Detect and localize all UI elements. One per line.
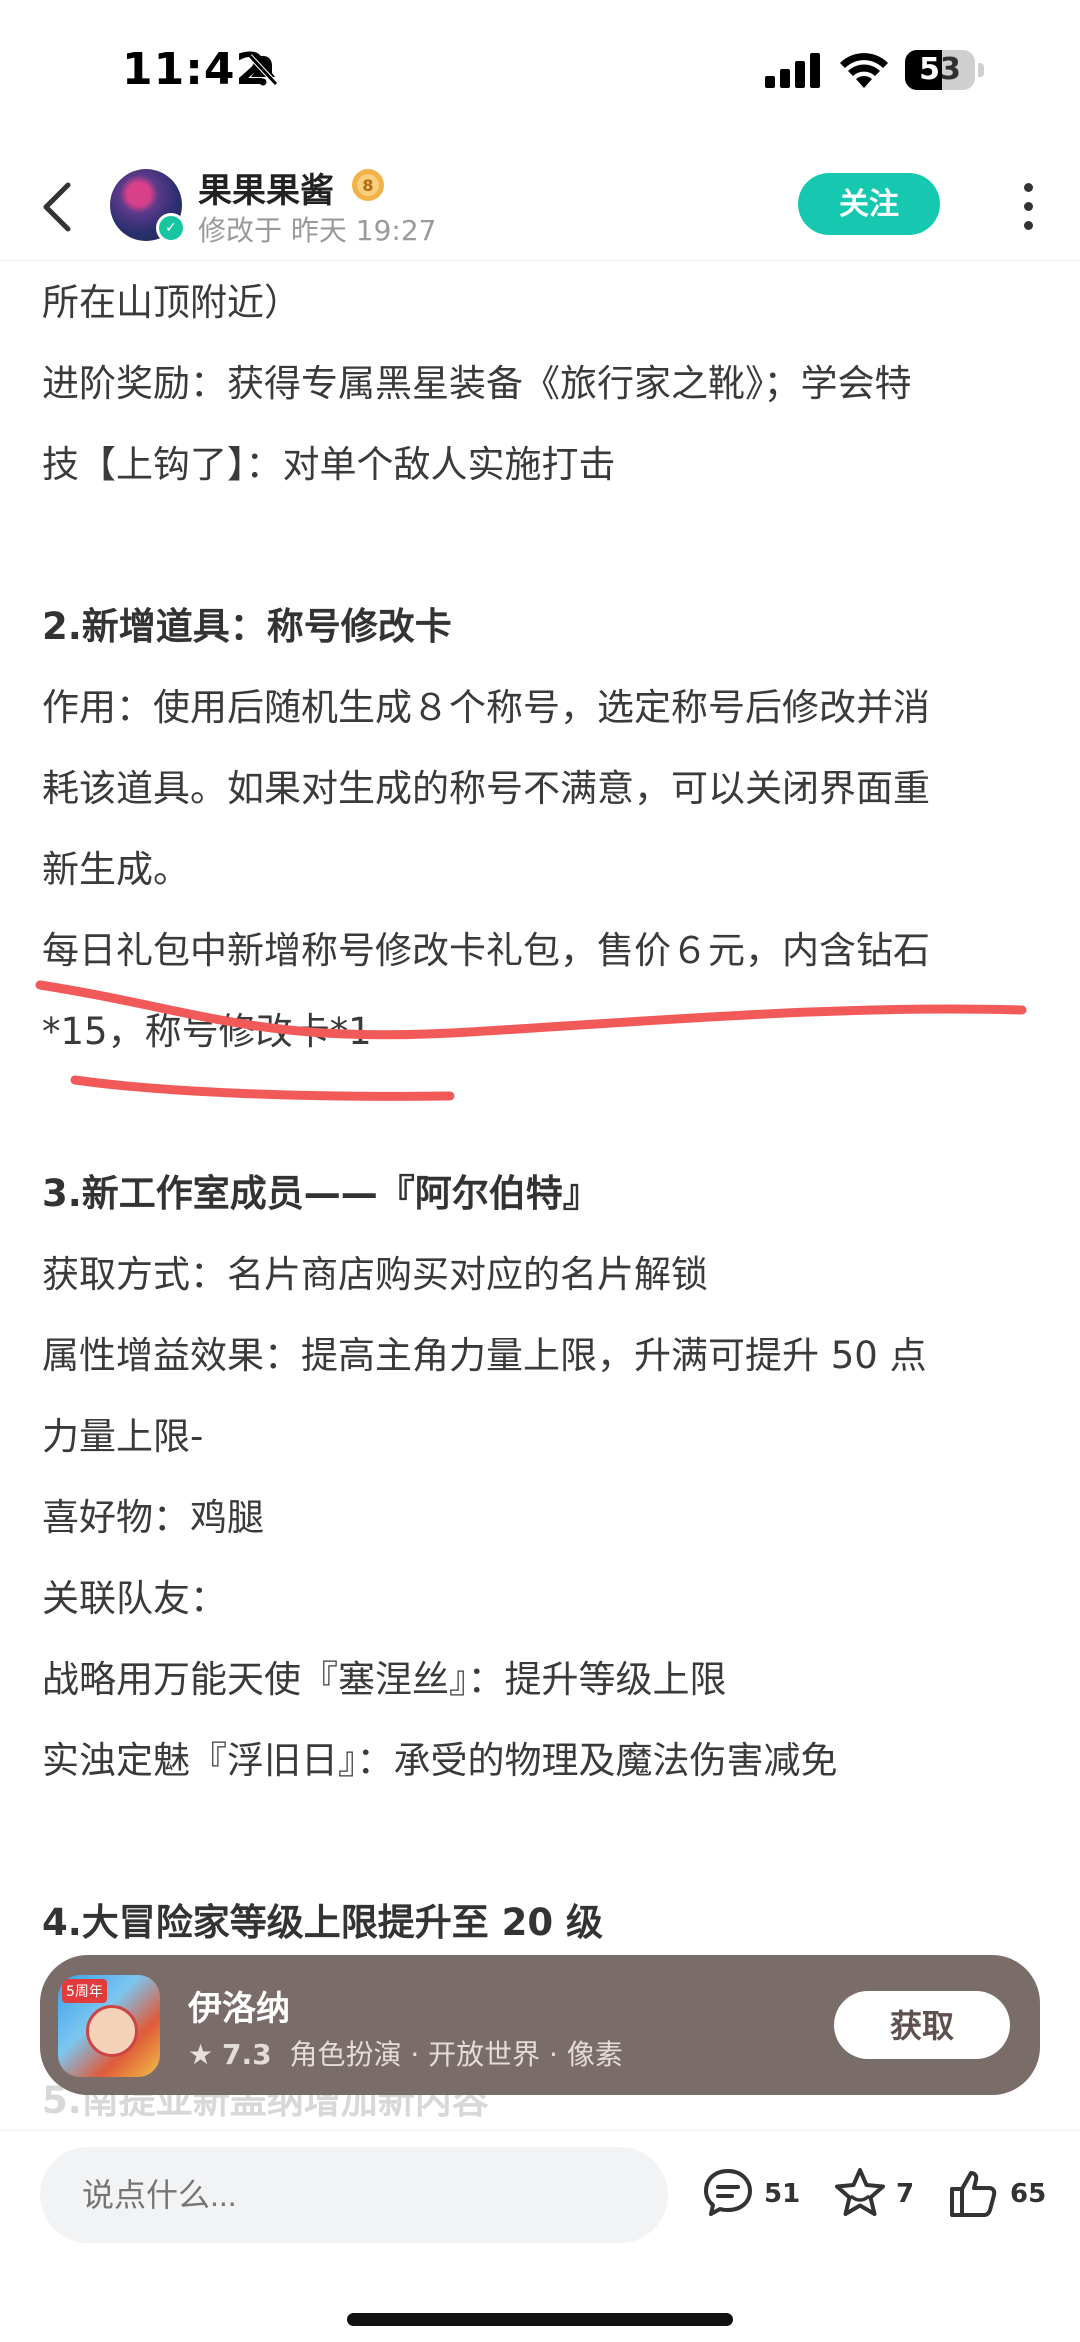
comment-input[interactable] xyxy=(40,2147,668,2243)
edited-timestamp: 修改于 昨天 19:27 xyxy=(198,214,437,247)
bottom-action-bar: 51 7 65 xyxy=(0,2130,1080,2342)
highlighted-line: 每日礼包中新增称号修改卡礼包，售价６元，内含钻石 xyxy=(42,929,930,972)
body-line: 关联队友： xyxy=(42,1577,227,1620)
body-line: 战略用万能天使『塞涅丝』：提升等级上限 xyxy=(42,1658,727,1701)
like-action[interactable]: 65 xyxy=(946,2161,1056,2221)
follow-button[interactable]: 关注 xyxy=(798,173,940,235)
star-icon: ★ xyxy=(188,2038,214,2071)
favorite-action[interactable]: 7 xyxy=(832,2161,922,2221)
app-name: 伊洛纳 xyxy=(188,1989,290,2029)
highlighted-line: *15，称号修改卡*1 xyxy=(42,1010,372,1053)
comments-count: 51 xyxy=(764,2179,801,2209)
app-meta: ★ 7.3 角色扮演 · 开放世界 · 像素 xyxy=(188,2033,623,2073)
body-line: 实浊定魅『浮旧日』：承受的物理及魔法伤害减免 xyxy=(42,1739,838,1782)
thumbs-up-icon xyxy=(950,2171,997,2217)
level-badge-icon: 8 xyxy=(352,169,384,201)
author-avatar[interactable]: ✓ xyxy=(110,169,186,243)
body-line: 力量上限- xyxy=(42,1415,204,1458)
section-heading: 2.新增道具：称号修改卡 xyxy=(42,605,452,648)
battery-indicator: 53 xyxy=(905,50,985,92)
app-promo-card[interactable]: 5周年 伊洛纳 ★ 7.3 角色扮演 · 开放世界 · 像素 获取 xyxy=(40,1955,1040,2095)
author-username[interactable]: 果果果酱 xyxy=(198,163,334,212)
post-header: ✓ 果果果酱 8 修改于 昨天 19:27 关注 xyxy=(0,155,1080,261)
app-icon[interactable]: 5周年 xyxy=(58,1975,160,2077)
body-line: 属性增益效果：提高主角力量上限，升满可提升 50 点 xyxy=(42,1334,927,1377)
body-line: 作用：使用后随机生成８个称号，选定称号后修改并消 xyxy=(42,686,930,729)
body-line: 新生成。 xyxy=(42,848,190,891)
body-line: 进阶奖励：获得专属黑星装备《旅行家之靴》；学会特 xyxy=(42,362,912,405)
body-line: 所在山顶附近） xyxy=(42,281,301,324)
body-line: 耗该道具。如果对生成的称号不满意，可以关闭界面重 xyxy=(42,767,930,810)
cellular-signal-icon xyxy=(765,53,820,88)
app-tags: 角色扮演 · 开放世界 · 像素 xyxy=(289,2038,623,2071)
favorites-count: 7 xyxy=(896,2179,915,2209)
wifi-icon xyxy=(840,53,888,88)
star-outline-icon xyxy=(835,2168,885,2216)
section-heading: 3.新工作室成员——『阿尔伯特』 xyxy=(42,1172,600,1215)
app-rating: 7.3 xyxy=(222,2038,272,2071)
level-badge-number: 8 xyxy=(362,176,373,195)
bell-muted-icon xyxy=(248,54,278,86)
body-line: 喜好物：鸡腿 xyxy=(42,1496,264,1539)
section-heading: 4.大冒险家等级上限提升至 20 级 xyxy=(42,1901,604,1944)
verified-check-icon: ✓ xyxy=(156,213,186,243)
battery-percent: 53 xyxy=(919,52,961,87)
comment-bubble-icon xyxy=(704,2169,752,2216)
more-options-icon[interactable] xyxy=(1016,183,1040,233)
home-indicator[interactable] xyxy=(347,2313,733,2326)
back-arrow-icon[interactable] xyxy=(38,177,78,237)
body-line: 获取方式：名片商店购买对应的名片解锁 xyxy=(42,1253,708,1296)
likes-count: 65 xyxy=(1010,2179,1047,2209)
get-app-button[interactable]: 获取 xyxy=(834,1991,1010,2059)
body-line: 技【上钩了】：对单个敌人实施打击 xyxy=(42,443,616,486)
status-bar: 11:42 53 xyxy=(0,0,1080,150)
comments-action[interactable]: 51 xyxy=(700,2161,800,2221)
post-body: 所在山顶附近） 进阶奖励：获得专属黑星装备《旅行家之靴》；学会特 技【上钩了】：… xyxy=(42,262,1042,1963)
app-icon-tag: 5周年 xyxy=(62,1979,107,2003)
